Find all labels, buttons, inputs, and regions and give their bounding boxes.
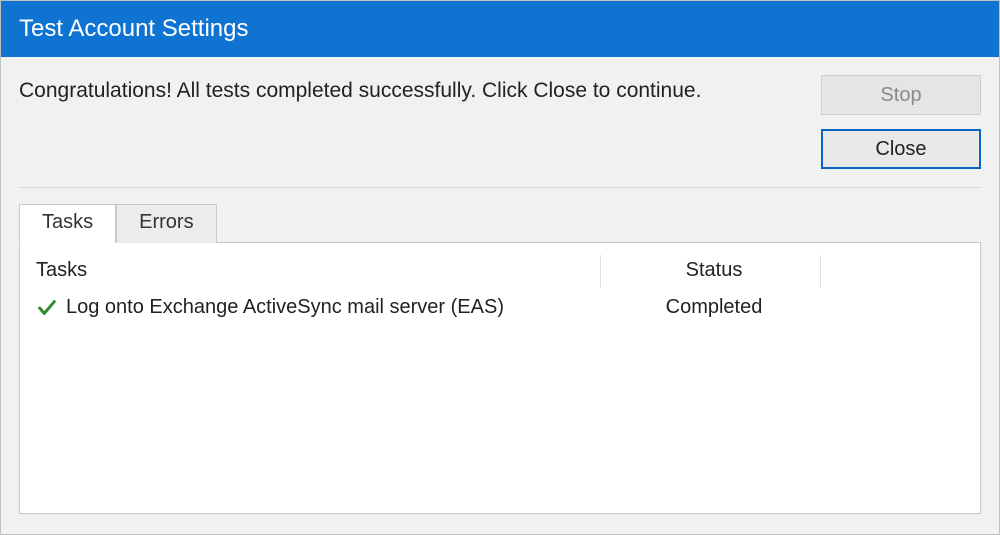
task-text: Log onto Exchange ActiveSync mail server… xyxy=(66,296,504,319)
tab-section: Tasks Errors Tasks Status xyxy=(19,204,981,514)
table-row: Log onto Exchange ActiveSync mail server… xyxy=(20,288,980,327)
top-row: Congratulations! All tests completed suc… xyxy=(19,75,981,169)
tasks-table: Tasks Status L xyxy=(20,255,980,327)
content-area: Congratulations! All tests completed suc… xyxy=(1,57,999,534)
close-button[interactable]: Close xyxy=(821,129,981,169)
tab-tasks[interactable]: Tasks xyxy=(19,204,116,243)
col-header-spacer xyxy=(820,255,980,288)
col-header-tasks: Tasks xyxy=(20,255,600,288)
tab-list: Tasks Errors xyxy=(19,204,981,242)
titlebar: Test Account Settings xyxy=(1,1,999,57)
status-message: Congratulations! All tests completed suc… xyxy=(19,75,801,103)
tab-panel-tasks: Tasks Status L xyxy=(19,242,981,514)
tab-errors[interactable]: Errors xyxy=(116,204,216,243)
task-cell: Log onto Exchange ActiveSync mail server… xyxy=(36,296,592,319)
window-title: Test Account Settings xyxy=(19,15,248,42)
status-cell: Completed xyxy=(600,288,820,327)
col-header-status: Status xyxy=(600,255,820,288)
button-column: Stop Close xyxy=(821,75,981,169)
check-icon xyxy=(36,297,58,319)
stop-button: Stop xyxy=(821,75,981,115)
dialog-window: Test Account Settings Congratulations! A… xyxy=(0,0,1000,535)
divider xyxy=(19,187,981,188)
